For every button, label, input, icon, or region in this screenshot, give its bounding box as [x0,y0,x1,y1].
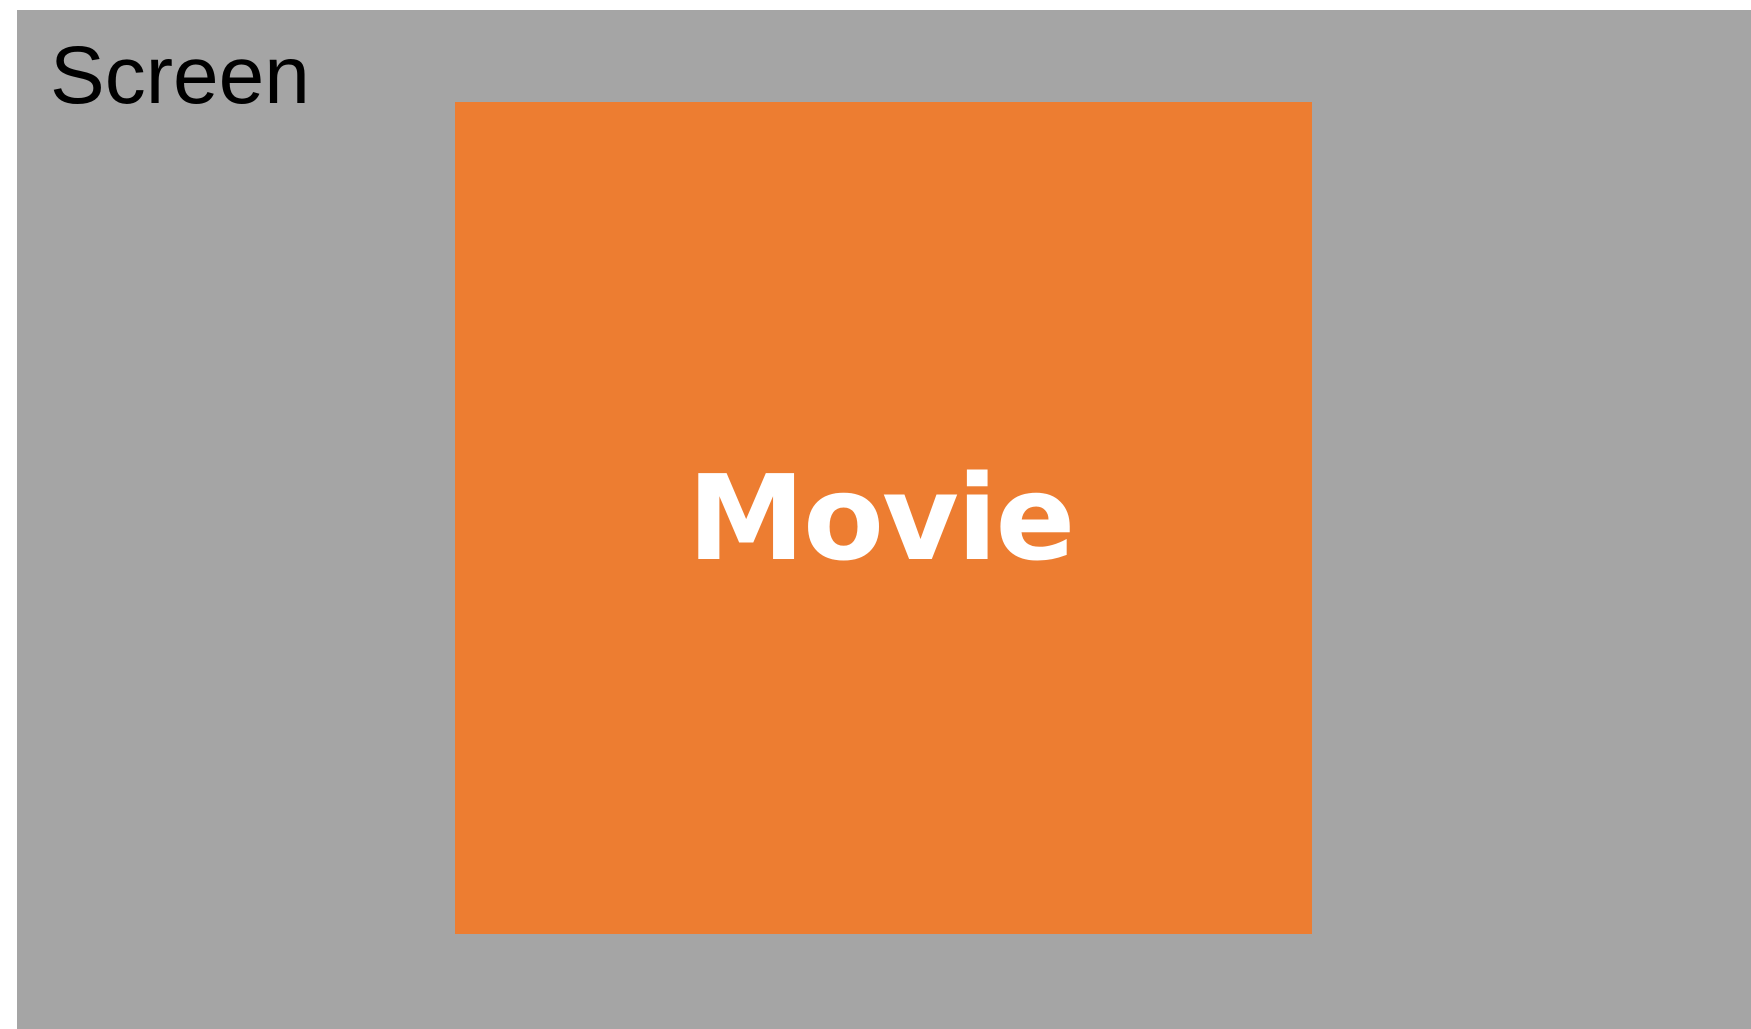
movie-area: Movie [455,102,1312,934]
screen-label: Screen [50,30,310,121]
movie-label: Movie [687,449,1076,587]
